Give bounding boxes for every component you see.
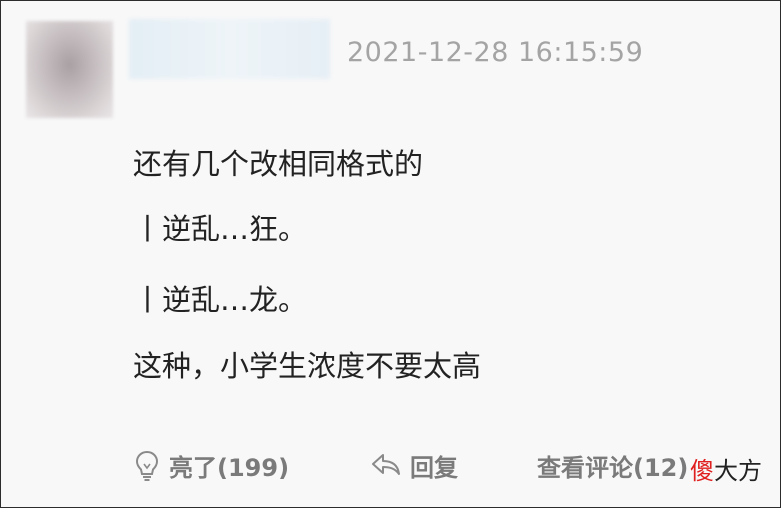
comment-card: 2021-12-28 16:15:59 还有几个改相同格式的 丨逆乱…狂。 丨逆…	[0, 0, 781, 508]
reply-arrow-icon	[372, 454, 400, 475]
comment-line: 丨逆乱…狂。	[133, 212, 308, 246]
lightbulb-icon	[135, 450, 159, 481]
username-blurred[interactable]	[129, 19, 330, 79]
like-count-label: 亮了(199)	[169, 453, 290, 482]
view-comments-label: 查看评论(12)	[537, 453, 689, 482]
comment-line: 还有几个改相同格式的	[133, 147, 424, 181]
avatar[interactable]	[26, 21, 113, 118]
reply-label: 回复	[410, 453, 458, 482]
reply-button[interactable]: 回复	[370, 446, 458, 484]
comment-timestamp: 2021-12-28 16:15:59	[347, 37, 644, 68]
watermark: 傻大方	[687, 451, 762, 486]
comment-line: 丨逆乱…龙。	[133, 283, 308, 317]
watermark-accent-char: 傻	[690, 457, 714, 485]
like-button[interactable]: 亮了(199)	[133, 446, 289, 484]
watermark-text: 大方	[714, 457, 762, 485]
view-comments-button[interactable]: 查看评论(12)	[537, 446, 688, 484]
comment-line: 这种，小学生浓度不要太高	[133, 349, 482, 383]
